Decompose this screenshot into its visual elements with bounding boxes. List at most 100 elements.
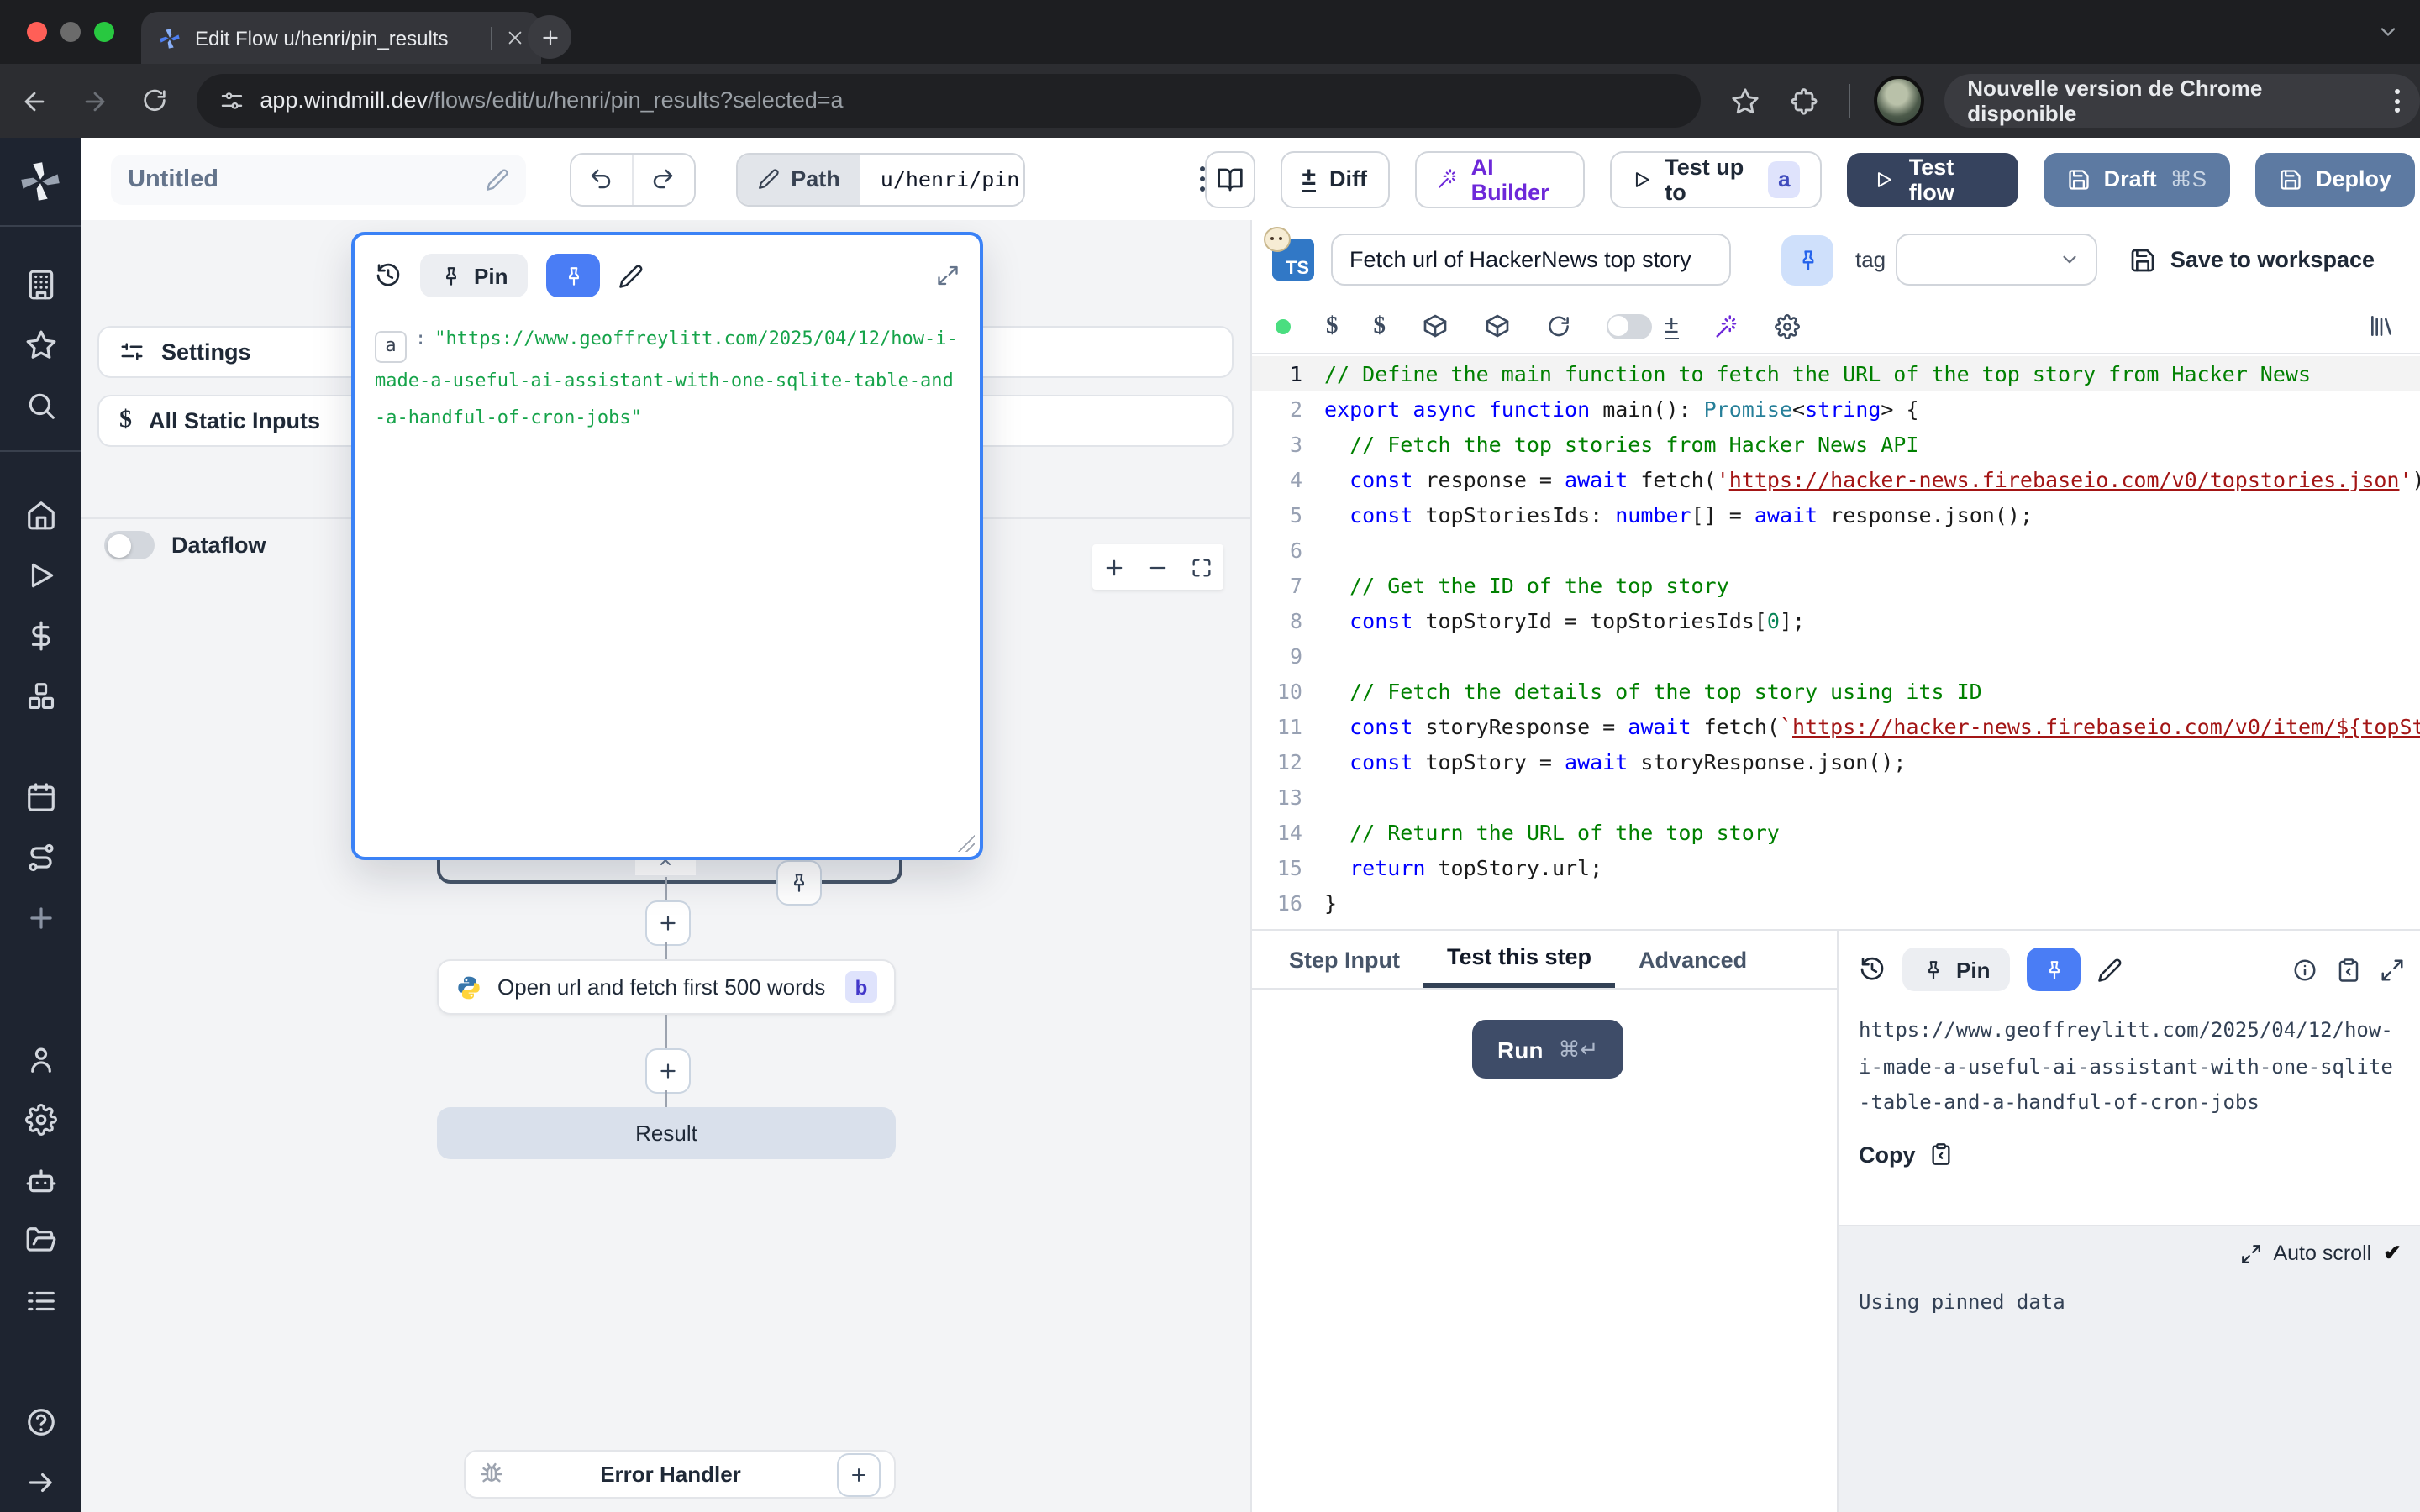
package-icon[interactable]: [1483, 312, 1510, 339]
extensions-icon[interactable]: [1790, 87, 1818, 115]
code-line[interactable]: 8 const topStoryId = topStoriesIds[0];: [1252, 603, 2420, 638]
code-line[interactable]: 5 const topStoriesIds: number[] = await …: [1252, 497, 2420, 533]
code-editor[interactable]: 1// Define the main function to fetch th…: [1252, 356, 2420, 929]
workspace-icon[interactable]: [0, 254, 81, 314]
fit-view-icon[interactable]: [1190, 555, 1213, 579]
test-flow-button[interactable]: Test flow: [1847, 152, 2018, 206]
flow-node-b[interactable]: Open url and fetch first 500 words of ..…: [437, 959, 896, 1015]
zoom-out-icon[interactable]: [1146, 555, 1170, 579]
minimize-window-button[interactable]: [60, 22, 81, 42]
pinned-active-button[interactable]: [2027, 948, 2081, 991]
code-line[interactable]: 2export async function main(): Promise<s…: [1252, 391, 2420, 427]
code-line[interactable]: 6: [1252, 533, 2420, 568]
redo-button[interactable]: [631, 154, 693, 204]
tag-select[interactable]: [1896, 234, 2097, 286]
docs-book-button[interactable]: [1205, 150, 1255, 207]
code-line[interactable]: 10 // Fetch the details of the top story…: [1252, 674, 2420, 709]
run-button[interactable]: Run⌘↵: [1472, 1020, 1623, 1079]
settings-icon[interactable]: [0, 1089, 81, 1149]
pin-tab[interactable]: Pin: [1902, 948, 2010, 991]
new-tab-button[interactable]: [528, 15, 571, 59]
profile-avatar[interactable]: [1874, 76, 1923, 126]
runs-icon[interactable]: [0, 544, 81, 605]
add-step-button[interactable]: [645, 1048, 691, 1094]
code-line[interactable]: 16}: [1252, 885, 2420, 921]
copy-button[interactable]: Copy: [1839, 1121, 2420, 1167]
flow-name-input[interactable]: Untitled: [111, 154, 526, 204]
code-line[interactable]: 7 // Get the ID of the top story: [1252, 568, 2420, 603]
help-icon[interactable]: [0, 1391, 81, 1452]
pin-tab[interactable]: Pin: [420, 254, 528, 297]
resize-handle[interactable]: [958, 835, 975, 852]
window-controls[interactable]: [27, 22, 114, 42]
code-line[interactable]: 3 // Fetch the top stories from Hacker N…: [1252, 427, 2420, 462]
audit-logs-icon[interactable]: [0, 1270, 81, 1331]
deploy-button[interactable]: Deploy: [2255, 152, 2415, 206]
library-icon[interactable]: [2368, 312, 2395, 339]
browser-tab[interactable]: Edit Flow u/henri/pin_results: [141, 12, 541, 64]
ai-bot-icon[interactable]: [0, 1149, 81, 1210]
search-icon[interactable]: [0, 375, 81, 435]
code-line[interactable]: 9: [1252, 638, 2420, 674]
variables-icon[interactable]: $: [1326, 312, 1339, 340]
code-line[interactable]: 12 const topStory = await storyResponse.…: [1252, 744, 2420, 780]
add-icon[interactable]: [0, 887, 81, 948]
reload-icon[interactable]: [1545, 313, 1570, 339]
dataflow-toggle[interactable]: [104, 531, 155, 559]
add-error-handler-button[interactable]: [837, 1452, 881, 1496]
forward-button[interactable]: [70, 76, 119, 126]
step-pin-button[interactable]: [1781, 234, 1833, 285]
schedules-icon[interactable]: [0, 766, 81, 827]
add-step-button[interactable]: [645, 900, 691, 946]
close-window-button[interactable]: [27, 22, 47, 42]
bookmark-star-icon[interactable]: [1731, 87, 1760, 115]
address-bar[interactable]: app.windmill.dev/flows/edit/u/henri/pin_…: [196, 74, 1701, 128]
zoom-in-icon[interactable]: [1102, 555, 1126, 579]
expand-popup-icon[interactable]: [936, 264, 960, 287]
back-button[interactable]: [10, 76, 60, 126]
folders-icon[interactable]: [0, 1210, 81, 1270]
pinned-active-button[interactable]: [546, 254, 600, 297]
code-line[interactable]: 15 return topStory.url;: [1252, 850, 2420, 885]
code-line[interactable]: 1// Define the main function to fetch th…: [1252, 356, 2420, 391]
favorites-icon[interactable]: [0, 314, 81, 375]
package-icon[interactable]: [1421, 312, 1448, 339]
undo-button[interactable]: [571, 154, 632, 204]
diff-mode-icon[interactable]: ±: [1665, 313, 1678, 339]
tab-search-icon[interactable]: [2376, 20, 2400, 44]
ai-wand-icon[interactable]: [1713, 313, 1739, 339]
tab-test-this-step[interactable]: Test this step: [1423, 931, 1615, 988]
draft-button[interactable]: Draft⌘S: [2044, 152, 2230, 206]
path-group[interactable]: Path u/henri/pin: [735, 152, 1024, 206]
code-line[interactable]: 11 const storyResponse = await fetch(`ht…: [1252, 709, 2420, 744]
chrome-update-button[interactable]: Nouvelle version de Chrome disponible: [1944, 74, 2420, 128]
code-line[interactable]: 4 const response = await fetch('https://…: [1252, 462, 2420, 497]
flows-icon[interactable]: [0, 827, 81, 887]
tab-close-icon[interactable]: [506, 29, 524, 47]
tab-step-input[interactable]: Step Input: [1265, 931, 1423, 988]
history-icon[interactable]: [375, 262, 402, 289]
home-icon[interactable]: [0, 484, 81, 544]
ai-builder-button[interactable]: AI Builder: [1414, 150, 1585, 207]
reload-button[interactable]: [129, 76, 179, 126]
resources-icon[interactable]: [0, 665, 81, 726]
fullscreen-icon[interactable]: [2380, 957, 2405, 982]
pinned-json-value[interactable]: a:"https://www.geoffreylitt.com/2025/04/…: [355, 297, 980, 436]
zoom-window-button[interactable]: [94, 22, 114, 42]
edit-pin-pencil-icon[interactable]: [2097, 957, 2123, 982]
test-up-to-button[interactable]: Test up toa: [1610, 150, 1822, 207]
browser-menu-icon[interactable]: [2385, 79, 2410, 123]
expand-sidebar-icon[interactable]: [0, 1452, 81, 1512]
edit-pin-pencil-icon[interactable]: [618, 263, 644, 288]
site-settings-icon[interactable]: [219, 89, 243, 113]
editor-toggle[interactable]: [1606, 313, 1651, 339]
result-node[interactable]: Result: [437, 1107, 896, 1159]
users-icon[interactable]: [0, 1028, 81, 1089]
result-value[interactable]: https://www.geoffreylitt.com/2025/04/12/…: [1839, 991, 2420, 1121]
diff-button[interactable]: ±Diff: [1281, 150, 1389, 207]
clipboard-icon[interactable]: [2336, 957, 2361, 982]
history-icon[interactable]: [1859, 956, 1886, 983]
edit-name-pencil-icon[interactable]: [486, 167, 509, 191]
code-line[interactable]: 14 // Return the URL of the top story: [1252, 815, 2420, 850]
code-line[interactable]: 13: [1252, 780, 2420, 815]
